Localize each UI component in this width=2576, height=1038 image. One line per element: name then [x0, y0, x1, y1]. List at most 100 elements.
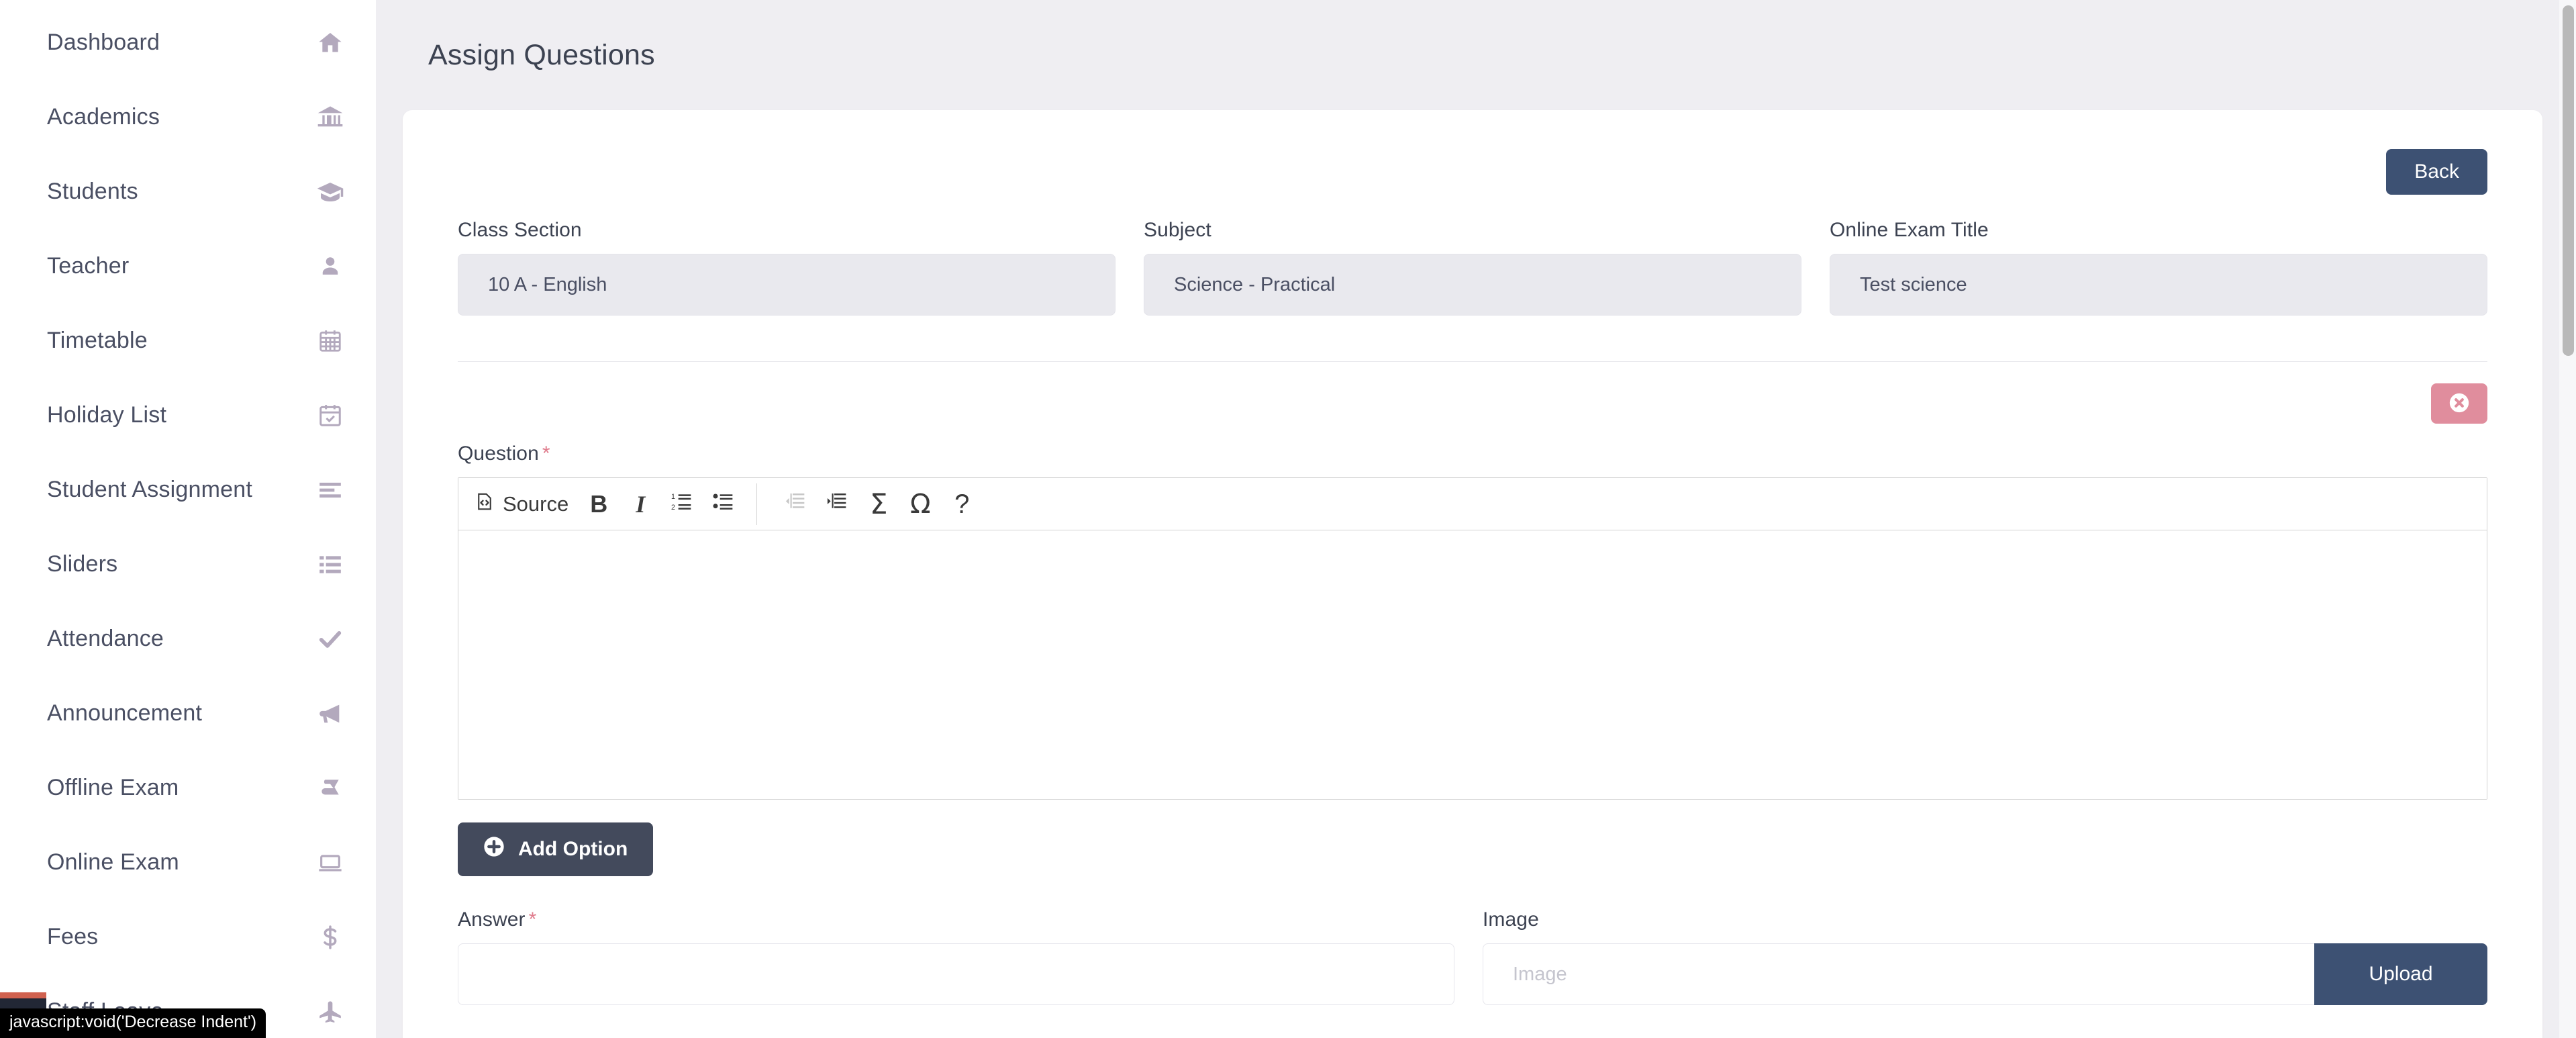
answer-label-text: Answer: [458, 908, 526, 931]
list-lines-icon: [311, 471, 349, 509]
image-input[interactable]: [1483, 943, 2314, 1005]
decrease-indent-icon: [785, 491, 806, 518]
sidebar-item-label: Academics: [47, 104, 160, 130]
editor-help-button[interactable]: ?: [941, 483, 983, 525]
airplane-icon: [311, 993, 349, 1031]
svg-text:1: 1: [671, 493, 675, 501]
image-upload-group: Upload: [1483, 943, 2487, 1005]
source-code-icon: [475, 491, 495, 517]
editor-toolbar-separator: [756, 483, 758, 525]
bulleted-list-icon: [713, 491, 734, 518]
sidebar-item-label: Holiday List: [47, 402, 167, 428]
sidebar-item-holiday-list[interactable]: Holiday List: [0, 378, 376, 453]
sidebar-item-label: Dashboard: [47, 30, 160, 55]
question-actions: [458, 383, 2487, 424]
question-label: Question *: [458, 442, 2487, 465]
sidebar-item-dashboard[interactable]: Dashboard: [0, 5, 376, 80]
sidebar-item-attendance[interactable]: Attendance: [0, 602, 376, 676]
subject-input: [1144, 254, 1801, 316]
svg-text:2: 2: [671, 504, 675, 512]
sidebar-item-fees[interactable]: Fees: [0, 900, 376, 974]
dollar-icon: [311, 918, 349, 956]
editor-decrease-indent-button[interactable]: [775, 483, 816, 525]
sidebar-item-label: Online Exam: [47, 849, 179, 875]
question-required-marker: *: [542, 442, 550, 465]
sidebar-item-label: Timetable: [47, 328, 148, 353]
image-label: Image: [1483, 908, 1539, 931]
back-button[interactable]: Back: [2386, 149, 2487, 195]
question-mark-icon: ?: [954, 489, 970, 519]
answer-label: Answer *: [458, 908, 1454, 931]
sidebar-item-teacher[interactable]: Teacher: [0, 229, 376, 303]
megaphone-icon: [311, 695, 349, 733]
subject-label: Subject: [1144, 219, 1211, 241]
online-exam-title-field: Online Exam Title: [1830, 219, 2487, 316]
sidebar-item-label: Offline Exam: [47, 775, 179, 800]
sidebar-item-label: Teacher: [47, 253, 130, 279]
graduation-cap-icon: [311, 173, 349, 211]
vertical-scrollbar[interactable]: [2559, 0, 2576, 1038]
answer-image-row: Answer* Image Upload: [458, 908, 2487, 1005]
scrollbar-thumb[interactable]: [2563, 5, 2574, 356]
class-section-label: Class Section: [458, 219, 582, 241]
answer-field: Answer *: [458, 908, 1454, 1005]
subject-field: Subject: [1144, 219, 1801, 316]
exam-meta-fields: Class Section Subject Online Exam Title: [458, 219, 2487, 316]
laptop-icon: [311, 844, 349, 882]
status-bar-tooltip: javascript:void('Decrease Indent'): [0, 1008, 266, 1038]
editor-toolbar: Source B I 12 Σ Ω ?: [458, 478, 2487, 530]
question-editor-body[interactable]: [458, 530, 2487, 799]
calendar-check-icon: [311, 397, 349, 434]
question-label-text: Question: [458, 442, 539, 465]
check-icon: [311, 620, 349, 658]
sidebar-item-students[interactable]: Students: [0, 154, 376, 229]
answer-required-marker: *: [528, 908, 537, 931]
section-divider: [458, 361, 2487, 362]
editor-increase-indent-button[interactable]: [816, 483, 858, 525]
close-circle-icon: [2448, 391, 2471, 416]
main-content-area: Assign Questions Back Class Section Subj…: [376, 0, 2576, 1038]
sigma-icon: Σ: [869, 487, 888, 520]
assign-questions-card: Back Class Section Subject Online Exam T…: [403, 110, 2542, 1038]
plus-circle-icon: [483, 836, 505, 863]
editor-source-label: Source: [503, 491, 569, 516]
question-label-row: Question *: [458, 442, 2487, 465]
sidebar-item-timetable[interactable]: Timetable: [0, 303, 376, 378]
class-section-input: [458, 254, 1116, 316]
editor-bulleted-list-button[interactable]: [703, 483, 744, 525]
editor-sigma-button[interactable]: Σ: [858, 483, 899, 525]
numbered-list-icon: 12: [671, 491, 693, 518]
class-section-field: Class Section: [458, 219, 1116, 316]
sidebar-item-label: Students: [47, 179, 138, 204]
home-icon: [311, 24, 349, 62]
sidebar-item-announcement[interactable]: Announcement: [0, 676, 376, 751]
add-option-button[interactable]: Add Option: [458, 822, 654, 876]
bank-icon: [311, 99, 349, 136]
sidebar-item-offline-exam[interactable]: Offline Exam: [0, 751, 376, 825]
editor-italic-button[interactable]: I: [620, 483, 661, 525]
sidebar-item-label: Student Assignment: [47, 477, 253, 502]
delete-question-button[interactable]: [2431, 383, 2487, 424]
sidebar-item-sliders[interactable]: Sliders: [0, 527, 376, 602]
bold-icon: B: [590, 489, 608, 518]
editor-numbered-list-button[interactable]: 12: [661, 483, 703, 525]
card-toolbar: Back: [458, 110, 2487, 195]
answer-input[interactable]: [458, 943, 1454, 1005]
online-exam-title-label: Online Exam Title: [1830, 219, 1989, 241]
italic-icon: I: [636, 490, 646, 518]
editor-bold-button[interactable]: B: [578, 483, 620, 525]
sidebar-item-label: Sliders: [47, 551, 118, 577]
sidebar-item-student-assignment[interactable]: Student Assignment: [0, 453, 376, 527]
sidebar-item-label: Announcement: [47, 700, 203, 726]
editor-special-character-button[interactable]: Ω: [899, 483, 941, 525]
omega-icon: Ω: [909, 488, 931, 520]
online-exam-title-input: [1830, 254, 2487, 316]
editor-source-button[interactable]: Source: [465, 483, 578, 525]
sidebar-item-online-exam[interactable]: Online Exam: [0, 825, 376, 900]
increase-indent-icon: [826, 491, 848, 518]
sidebar-navigation: Dashboard Academics Students Teacher Tim: [0, 0, 376, 1038]
sidebar-item-academics[interactable]: Academics: [0, 80, 376, 154]
add-option-label: Add Option: [518, 838, 628, 860]
list-bullets-icon: [311, 546, 349, 583]
upload-button[interactable]: Upload: [2314, 943, 2487, 1005]
